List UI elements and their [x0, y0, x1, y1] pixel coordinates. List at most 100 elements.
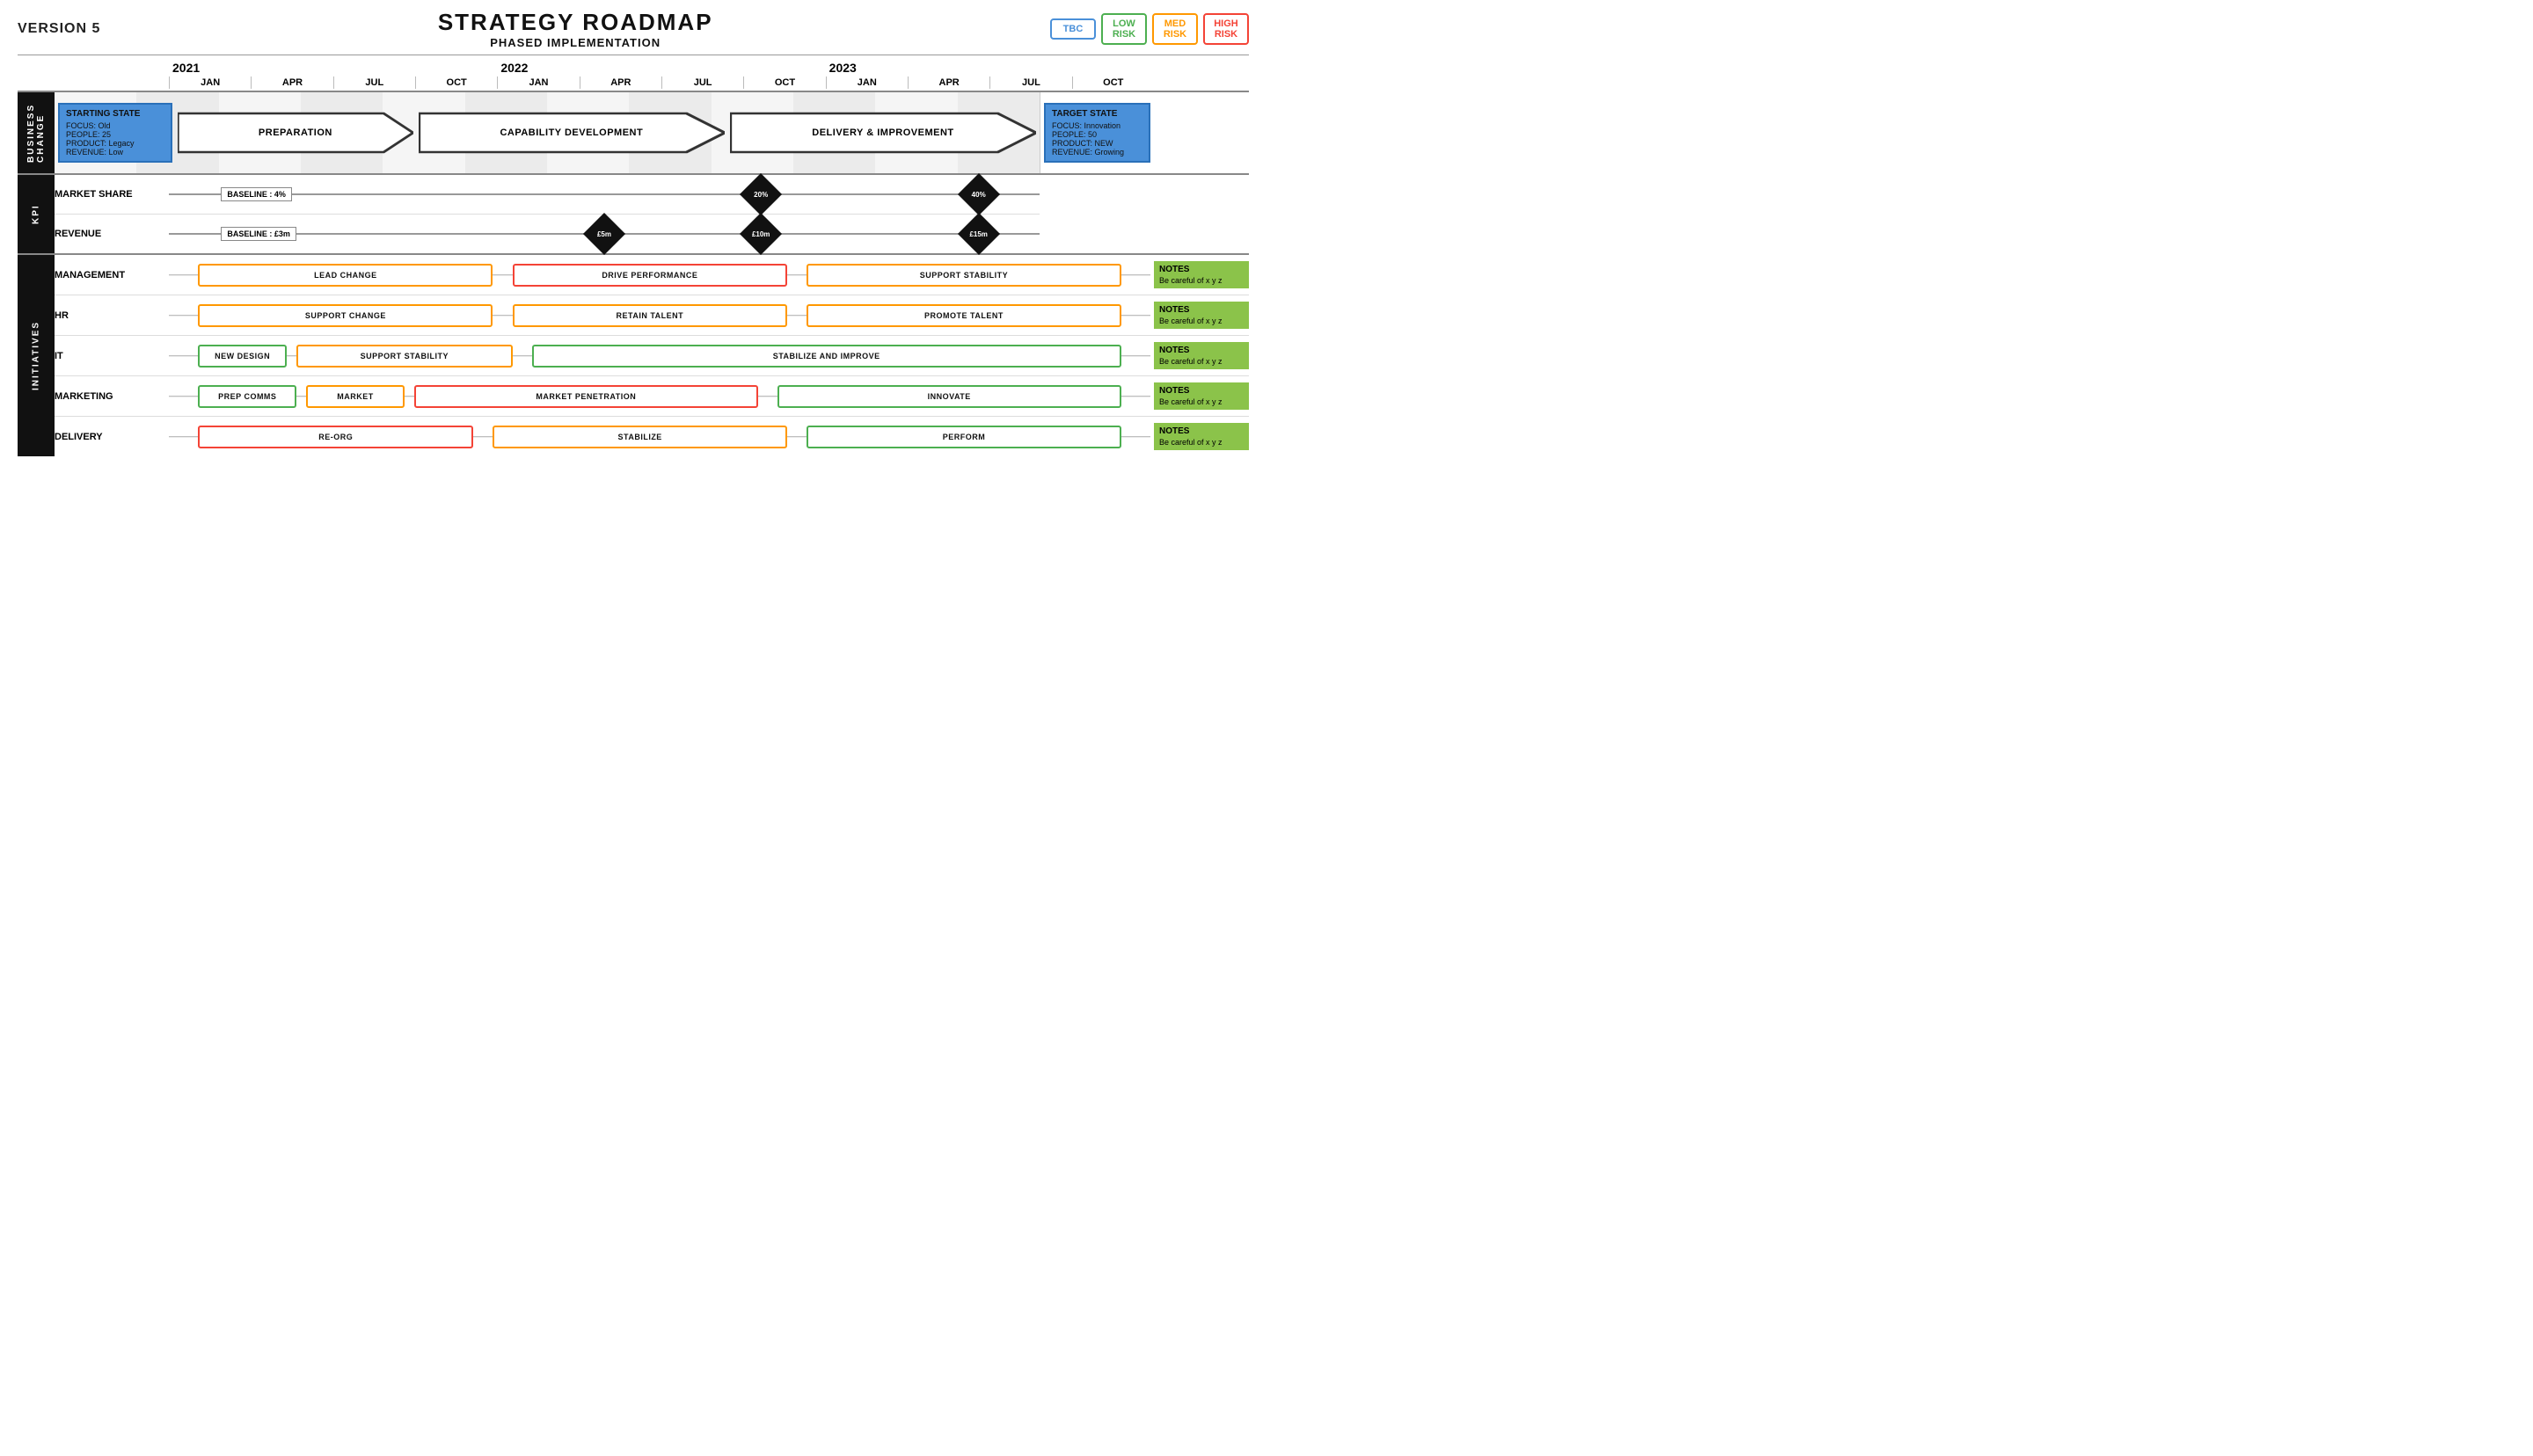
notes-hr-title: NOTES	[1159, 305, 1244, 315]
sub-title: PHASED IMPLEMENTATION	[438, 36, 713, 49]
header: VERSION 5 STRATEGY ROADMAP PHASED IMPLEM…	[18, 9, 1249, 49]
target-line-3: PRODUCT: NEW	[1052, 139, 1142, 148]
bc-side-label: BUSINESSCHANGE	[18, 92, 55, 173]
year-2021: 2021	[169, 61, 497, 75]
rev-diamond-5m: £5m	[589, 219, 619, 249]
kpi-section: KPI MARKET SHARE	[18, 175, 1249, 255]
init-marketing-track: PREP COMMS MARKET MARKET PENETRATION INN…	[169, 384, 1150, 409]
bar-innovate: INNOVATE	[777, 385, 1121, 408]
main-title: STRATEGY ROADMAP	[438, 9, 713, 36]
notes-delivery-text: Be careful of x y z	[1159, 438, 1244, 447]
bar-stabilize: STABILIZE	[493, 426, 787, 448]
arrow-delivery-label: DELIVERY & IMPROVEMENT	[812, 127, 953, 138]
q-jul-3: JUL	[989, 76, 1071, 89]
legend-high: HIGHRISK	[1203, 13, 1249, 45]
arrow-preparation: PREPARATION	[178, 106, 413, 159]
notes-it: NOTES Be careful of x y z	[1154, 342, 1249, 369]
bar-drive-performance: DRIVE PERFORMANCE	[513, 264, 787, 287]
target-line-2: PEOPLE: 50	[1052, 130, 1142, 139]
rev-diamond-10m: £10m	[746, 219, 776, 249]
ms-diamond-40: 40%	[964, 179, 994, 209]
q-jul-2: JUL	[661, 76, 743, 89]
ms-diamond-20: 20%	[746, 179, 776, 209]
init-delivery-label: DELIVERY	[55, 432, 169, 442]
target-state-box: TARGET STATE FOCUS: Innovation PEOPLE: 5…	[1040, 92, 1154, 173]
init-it-row: IT NEW DESIGN SUPPORT STABILITY STABILIZ…	[55, 336, 1249, 376]
bar-market: MARKET	[306, 385, 405, 408]
bar-perform: PERFORM	[807, 426, 1121, 448]
timeline-header: 2021 2022 2023 JAN APR JUL OCT JAN APR J…	[18, 61, 1249, 89]
init-marketing-row: MARKETING PREP COMMS MARKET MARKET PENET…	[55, 376, 1249, 417]
q-jul-1: JUL	[333, 76, 415, 89]
kpi-market-share-label: MARKET SHARE	[55, 189, 169, 200]
notes-management-text: Be careful of x y z	[1159, 276, 1244, 285]
init-hr-row: HR SUPPORT CHANGE RETAIN TALENT PROMOTE …	[55, 295, 1249, 336]
target-line-1: FOCUS: Innovation	[1052, 121, 1142, 130]
kpi-revenue-label: REVENUE	[55, 229, 169, 239]
legend-med: MEDRISK	[1152, 13, 1198, 45]
init-delivery-row: DELIVERY RE-ORG STABILIZE PERFORM	[55, 417, 1249, 456]
init-it-track: NEW DESIGN SUPPORT STABILITY STABILIZE A…	[169, 344, 1150, 368]
kpi-revenue-row: REVENUE	[55, 215, 1040, 253]
kpi-side-label: KPI	[18, 175, 55, 253]
version-label: VERSION 5	[18, 21, 100, 37]
ms-baseline-box: BASELINE : 4%	[221, 187, 292, 201]
q-apr-1: APR	[251, 76, 332, 89]
notes-management: NOTES Be careful of x y z	[1154, 261, 1249, 288]
bar-new-design: NEW DESIGN	[198, 345, 286, 368]
notes-delivery: NOTES Be careful of x y z	[1154, 423, 1249, 450]
arrow-delivery: DELIVERY & IMPROVEMENT	[730, 106, 1036, 159]
legend: TBC LOWRISK MEDRISK HIGHRISK	[1050, 13, 1249, 45]
init-hr-label: HR	[55, 310, 169, 321]
init-it-label: IT	[55, 351, 169, 361]
starting-line-3: PRODUCT: Legacy	[66, 139, 164, 148]
bar-reorg: RE-ORG	[198, 426, 472, 448]
q-oct-2: OCT	[743, 76, 825, 89]
kpi-market-share-row: MARKET SHARE	[55, 175, 1040, 215]
arrow-capability-label: CAPABILITY DEVELOPMENT	[500, 127, 643, 138]
init-management-label: MANAGEMENT	[55, 270, 169, 280]
year-2022: 2022	[497, 61, 825, 75]
init-hr-track: SUPPORT CHANGE RETAIN TALENT PROMOTE TAL…	[169, 303, 1150, 328]
kpi-revenue-track: BASELINE : £3m £5m £10m £15m	[169, 218, 1040, 250]
legend-low: LOWRISK	[1101, 13, 1147, 45]
bar-promote-talent: PROMOTE TALENT	[807, 304, 1121, 327]
q-apr-3: APR	[908, 76, 989, 89]
title-block: STRATEGY ROADMAP PHASED IMPLEMENTATION	[438, 9, 713, 49]
target-state-title: TARGET STATE	[1052, 109, 1142, 119]
bar-lead-change: LEAD CHANGE	[198, 264, 493, 287]
notes-it-title: NOTES	[1159, 346, 1244, 355]
year-row: 2021 2022 2023	[169, 61, 1154, 75]
q-apr-2: APR	[580, 76, 661, 89]
notes-management-title: NOTES	[1159, 265, 1244, 274]
arrow-preparation-label: PREPARATION	[259, 127, 332, 138]
init-delivery-track: RE-ORG STABILIZE PERFORM	[169, 425, 1150, 449]
initiatives-section: INITIATIVES MANAGEMENT LEAD CHANGE	[18, 255, 1249, 456]
notes-marketing-text: Be careful of x y z	[1159, 397, 1244, 406]
bar-market-penetration: MARKET PENETRATION	[414, 385, 758, 408]
bar-support-change: SUPPORT CHANGE	[198, 304, 493, 327]
q-jan-3: JAN	[826, 76, 908, 89]
initiatives-content: MANAGEMENT LEAD CHANGE DRIVE PERFORMANCE…	[55, 255, 1249, 456]
q-jan-1: JAN	[169, 76, 251, 89]
bar-stabilize-improve: STABILIZE AND IMPROVE	[532, 345, 1121, 368]
bc-section: BUSINESSCHANGE STARTING STAT	[18, 91, 1249, 175]
q-jan-2: JAN	[497, 76, 579, 89]
bar-support-stability-mgmt: SUPPORT STABILITY	[807, 264, 1121, 287]
starting-line-1: FOCUS: Old	[66, 121, 164, 130]
arrow-capability: CAPABILITY DEVELOPMENT	[419, 106, 725, 159]
bar-prep-comms: PREP COMMS	[198, 385, 296, 408]
q-oct-1: OCT	[415, 76, 497, 89]
notes-hr: NOTES Be careful of x y z	[1154, 302, 1249, 329]
notes-hr-text: Be careful of x y z	[1159, 317, 1244, 325]
bar-support-stability-it: SUPPORT STABILITY	[296, 345, 513, 368]
kpi-market-share-track: BASELINE : 4% 20% 40%	[169, 178, 1040, 210]
starting-state-title: STARTING STATE	[66, 109, 164, 119]
init-management-row: MANAGEMENT LEAD CHANGE DRIVE PERFORMANCE…	[55, 255, 1249, 295]
notes-delivery-title: NOTES	[1159, 426, 1244, 436]
legend-tbc: TBC	[1050, 18, 1096, 40]
bar-retain-talent: RETAIN TALENT	[513, 304, 787, 327]
rev-baseline-box: BASELINE : £3m	[221, 227, 296, 241]
page: VERSION 5 STRATEGY ROADMAP PHASED IMPLEM…	[0, 0, 1266, 728]
target-line-4: REVENUE: Growing	[1052, 148, 1142, 157]
